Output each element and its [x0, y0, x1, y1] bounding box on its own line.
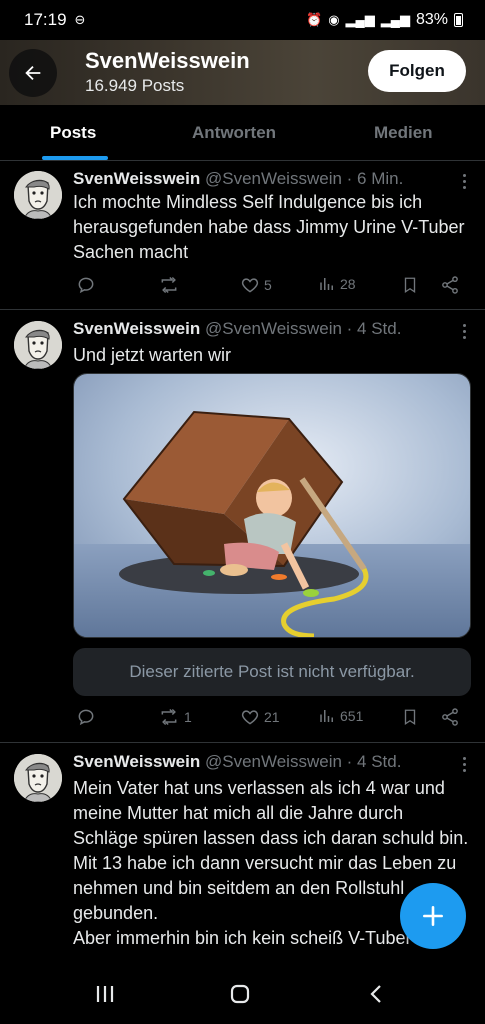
post-actions: 5 28 — [0, 275, 485, 299]
repost-icon — [161, 276, 177, 294]
author-handle-time[interactable]: @SvenWeisswein · 4 Std. — [205, 319, 401, 338]
profile-tabs: Posts Antworten Medien — [0, 105, 485, 161]
reply-icon — [78, 277, 94, 294]
follow-button[interactable]: Folgen — [368, 50, 466, 92]
post-feed[interactable]: SvenWeisswein @SvenWeisswein · 6 Min. Ic… — [0, 161, 485, 966]
system-back-icon — [370, 985, 381, 1003]
box-trap-illustration — [74, 374, 470, 637]
post-text: Ich mochte Mindless Self Indulgence bis … — [73, 192, 465, 262]
post-item[interactable]: SvenWeisswein @SvenWeisswein · 4 Std. Un… — [0, 310, 485, 743]
reply-button[interactable] — [76, 275, 100, 295]
tab-replies[interactable]: Antworten — [192, 123, 276, 143]
reply-button[interactable] — [76, 707, 100, 727]
post-item[interactable]: SvenWeisswein @SvenWeisswein · 6 Min. Ic… — [0, 161, 485, 310]
system-nav-bar — [0, 966, 485, 1024]
view-count: 28 — [340, 276, 356, 292]
profile-header: SvenWeisswein 16.949 Posts Folgen — [0, 40, 485, 105]
compose-plus-icon — [423, 906, 443, 926]
like-button[interactable]: 21 — [240, 707, 280, 727]
signal-icon-2: ▂▄▆ — [380, 12, 410, 27]
signal-icon: ▂▄▆ — [345, 12, 375, 27]
author-name[interactable]: SvenWeisswein — [73, 752, 200, 771]
views-icon — [320, 710, 333, 722]
recent-apps-button[interactable] — [93, 982, 117, 1011]
post-text: Und jetzt warten wir — [73, 345, 232, 365]
like-icon — [241, 278, 259, 293]
share-icon — [442, 276, 458, 294]
author-name[interactable]: SvenWeisswein — [73, 169, 200, 188]
alarm-icon: ⏰ — [306, 12, 323, 27]
views-button[interactable]: 651 — [318, 707, 363, 725]
share-button[interactable] — [440, 707, 460, 727]
like-button[interactable]: 5 — [240, 275, 272, 295]
profile-name: SvenWeisswein — [85, 48, 250, 73]
share-button[interactable] — [440, 275, 460, 295]
view-count: 651 — [340, 708, 364, 724]
avatar[interactable] — [14, 321, 62, 369]
tab-media[interactable]: Medien — [374, 123, 433, 143]
bookmark-button[interactable] — [401, 707, 419, 727]
reply-icon — [78, 709, 94, 726]
active-tab-indicator — [42, 156, 108, 160]
avatar[interactable] — [14, 171, 62, 219]
like-count: 5 — [264, 277, 272, 293]
dnd-icon: ⊖ — [74, 12, 86, 27]
recent-apps-icon — [96, 986, 114, 1002]
repost-count: 1 — [184, 709, 192, 725]
post-count: 16.949 Posts — [85, 76, 185, 95]
views-icon — [320, 278, 333, 290]
views-button[interactable]: 28 — [318, 275, 356, 293]
more-icon[interactable] — [461, 757, 467, 772]
status-time: 17:19 — [24, 10, 67, 29]
like-count: 21 — [264, 709, 280, 725]
post-image[interactable] — [73, 373, 471, 638]
author-name[interactable]: SvenWeisswein — [73, 319, 200, 338]
repost-button[interactable] — [158, 275, 184, 295]
more-icon[interactable] — [461, 324, 467, 339]
back-button[interactable] — [9, 49, 57, 97]
home-button[interactable] — [228, 982, 252, 1011]
quoted-post-unavailable[interactable]: Dieser zitierte Post ist nicht verfügbar… — [73, 648, 471, 696]
repost-button[interactable]: 1 — [158, 707, 192, 727]
like-icon — [241, 710, 259, 725]
system-back-button[interactable] — [365, 982, 389, 1011]
share-icon — [442, 708, 458, 726]
compose-button[interactable] — [400, 883, 466, 949]
back-arrow-icon — [25, 65, 41, 81]
battery-icon — [454, 13, 463, 27]
hotspot-icon: ◉ — [328, 12, 340, 27]
bookmark-icon — [404, 277, 416, 294]
battery-percent: 83% — [415, 11, 448, 28]
author-handle-time[interactable]: @SvenWeisswein · 4 Std. — [205, 752, 401, 771]
avatar[interactable] — [14, 754, 62, 802]
bookmark-button[interactable] — [401, 275, 419, 295]
tab-posts[interactable]: Posts — [50, 123, 96, 143]
post-actions: 1 21 651 — [0, 707, 485, 731]
bookmark-icon — [404, 709, 416, 726]
more-icon[interactable] — [461, 174, 467, 189]
status-bar: 17:19 ⊖ ⏰ ◉ ▂▄▆ ▂▄▆ 83% — [0, 0, 485, 40]
home-icon — [230, 984, 250, 1004]
repost-icon — [161, 708, 177, 726]
author-handle-time[interactable]: @SvenWeisswein · 6 Min. — [205, 169, 403, 188]
